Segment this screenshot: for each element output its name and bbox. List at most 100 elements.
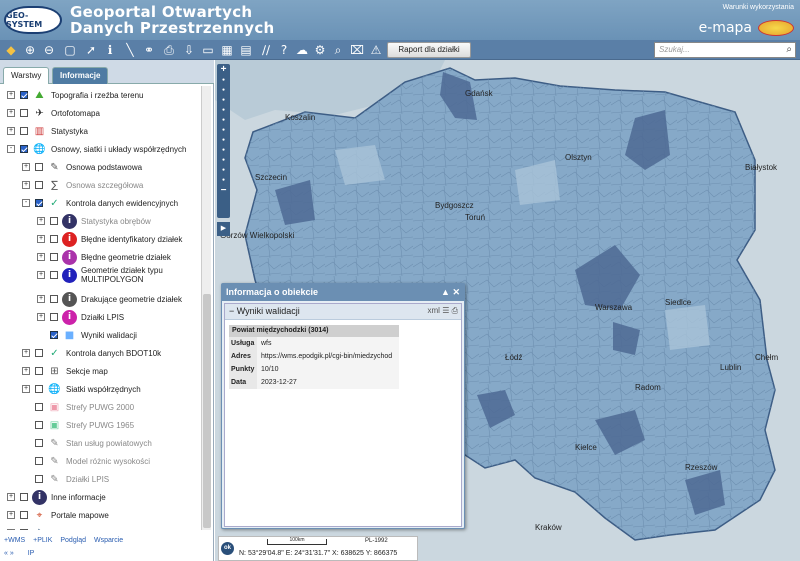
full-extent-icon[interactable]: ▢ xyxy=(62,42,78,58)
expander[interactable]: + xyxy=(22,367,30,375)
layer-row[interactable]: + ⊞ Sekcje map xyxy=(22,362,108,380)
layer-checkbox[interactable] xyxy=(35,403,43,411)
layer-checkbox[interactable] xyxy=(35,385,43,393)
layer-checkbox[interactable] xyxy=(20,91,28,99)
layer-checkbox[interactable] xyxy=(20,127,28,135)
expander[interactable]: - xyxy=(7,145,15,153)
layer-row[interactable]: ▣ Strefy PUWG 1965 xyxy=(22,416,134,434)
collapse-icon[interactable]: ▲ xyxy=(441,287,450,297)
expander[interactable]: + xyxy=(37,217,45,225)
pointer-icon[interactable]: ➚ xyxy=(83,42,99,58)
layer-checkbox[interactable] xyxy=(35,349,43,357)
expander[interactable]: + xyxy=(22,163,30,171)
layer-checkbox[interactable] xyxy=(50,235,58,243)
layer-checkbox[interactable] xyxy=(35,457,43,465)
info-icon[interactable]: ℹ xyxy=(102,42,118,58)
tree-scrollbar[interactable] xyxy=(201,86,211,530)
add-wms-link[interactable]: +WMS xyxy=(4,537,25,544)
emapa-brand[interactable]: e-mapa xyxy=(699,20,752,36)
expander[interactable]: + xyxy=(37,253,45,261)
delete-icon[interactable]: ⌧ xyxy=(349,42,365,58)
layer-row[interactable]: + i Działki LPIS xyxy=(37,308,124,326)
expander[interactable]: + xyxy=(7,127,15,135)
layer-checkbox[interactable] xyxy=(20,109,28,117)
support-link[interactable]: Wsparcie xyxy=(94,537,123,544)
layer-row[interactable]: + i Geometrie działek typu MULTIPOLYGON xyxy=(37,266,163,284)
layer-checkbox[interactable] xyxy=(35,421,43,429)
expander[interactable]: - xyxy=(22,199,30,207)
expander[interactable]: + xyxy=(7,91,15,99)
geo-system-logo[interactable]: GEO-SYSTEM xyxy=(4,6,62,34)
close-icon[interactable]: ✕ xyxy=(452,287,460,297)
zoom-out-button[interactable]: − xyxy=(217,185,230,196)
list-icon[interactable]: ☰ xyxy=(442,306,449,315)
layer-row[interactable]: + ✎ Osnowa podstawowa xyxy=(22,158,142,176)
expander[interactable]: + xyxy=(22,385,30,393)
ok-badge[interactable]: ok xyxy=(221,542,234,555)
layer-checkbox[interactable] xyxy=(20,145,28,153)
preview-link[interactable]: Podgląd xyxy=(60,537,86,544)
help-icon[interactable]: ? xyxy=(276,42,292,58)
print-icon[interactable]: ⎙ xyxy=(161,42,177,58)
layer-row[interactable]: ■ Wyniki walidacji xyxy=(37,326,137,344)
layer-row[interactable]: ✎ Stan usług powiatowych xyxy=(22,434,152,452)
hatch-icon[interactable]: ∕∕ xyxy=(258,42,274,58)
ip-link[interactable]: IP xyxy=(28,550,35,557)
layer-row[interactable]: ✎ Działki LPIS xyxy=(22,470,109,488)
window-icon[interactable]: ▭ xyxy=(200,42,216,58)
layer-checkbox[interactable] xyxy=(20,511,28,519)
expander[interactable]: + xyxy=(37,271,45,279)
layer-row[interactable]: + 🌐 Siatki współrzędnych xyxy=(22,380,141,398)
layer-row[interactable]: + ▥ Statystyka xyxy=(7,122,88,140)
nav-arrows[interactable]: « » xyxy=(4,550,14,557)
expander[interactable]: + xyxy=(22,181,30,189)
zoom-in-icon[interactable]: ⊕ xyxy=(22,42,38,58)
expand-panel-button[interactable]: ▶ xyxy=(217,222,230,236)
layer-row[interactable]: + ✈ Programy rządowe xyxy=(7,524,118,530)
search-map-icon[interactable]: ⌕ xyxy=(330,42,346,58)
layer-row[interactable]: + ✓ Kontrola danych BDOT10k xyxy=(22,344,161,362)
expander[interactable]: + xyxy=(7,511,15,519)
layer-checkbox[interactable] xyxy=(35,199,43,207)
report-parcel-button[interactable]: Raport dla działki xyxy=(387,42,471,58)
layer-row[interactable]: + i Błędne geometrie działek xyxy=(37,248,171,266)
measure-icon[interactable]: ╲ xyxy=(122,42,138,58)
print-icon[interactable]: ⎙ xyxy=(452,306,458,315)
expander[interactable]: + xyxy=(7,529,15,530)
expander[interactable]: + xyxy=(7,109,15,117)
projection-select[interactable]: PL-1992 xyxy=(365,538,388,544)
layer-checkbox[interactable] xyxy=(50,271,58,279)
layer-checkbox[interactable] xyxy=(50,217,58,225)
expander[interactable]: + xyxy=(22,349,30,357)
zoom-slider[interactable]: ● ● ● ● ● ● ● ● ● ● ● xyxy=(217,75,230,185)
layer-row[interactable]: ✎ Model różnic wysokości xyxy=(22,452,150,470)
expander[interactable]: + xyxy=(37,295,45,303)
expander[interactable]: + xyxy=(7,493,15,501)
download-icon[interactable]: ⇩ xyxy=(181,42,197,58)
zoom-in-button[interactable]: + xyxy=(217,64,230,75)
table-icon[interactable]: ▦ xyxy=(219,42,235,58)
layer-row[interactable]: + i Błędne identyfikatory działek xyxy=(37,230,182,248)
zoom-out-icon[interactable]: ⊖ xyxy=(41,42,57,58)
warning-icon[interactable]: ⚠ xyxy=(368,42,384,58)
layer-checkbox[interactable] xyxy=(35,475,43,483)
layer-checkbox[interactable] xyxy=(50,253,58,261)
layer-checkbox[interactable] xyxy=(50,295,58,303)
layer-checkbox[interactable] xyxy=(35,439,43,447)
cloud-icon[interactable]: ☁ xyxy=(294,42,310,58)
layer-checkbox[interactable] xyxy=(50,313,58,321)
tab-information[interactable]: Informacje xyxy=(52,67,109,84)
layer-row[interactable]: + ✈ Ortofotomapa xyxy=(7,104,100,122)
search-input[interactable]: Szukaj... ⌕ xyxy=(654,42,796,58)
layer-checkbox[interactable] xyxy=(35,367,43,375)
layer-row[interactable]: + ⌖ Portale mapowe xyxy=(7,506,109,524)
layer-row[interactable]: + ⛰ Topografia i rzeźba terenu xyxy=(7,86,144,104)
layer-checkbox[interactable] xyxy=(35,181,43,189)
layers-icon[interactable]: ◆ xyxy=(3,42,19,58)
xml-icon[interactable]: xml xyxy=(428,306,440,315)
layer-checkbox[interactable] xyxy=(20,529,28,530)
layer-row[interactable]: - 🌐 Osnowy, siatki i układy współrzędnych xyxy=(7,140,186,158)
scroll-thumb[interactable] xyxy=(203,294,211,528)
link-icon[interactable]: ⚭ xyxy=(141,42,157,58)
identify-icon[interactable]: ▤ xyxy=(238,42,254,58)
